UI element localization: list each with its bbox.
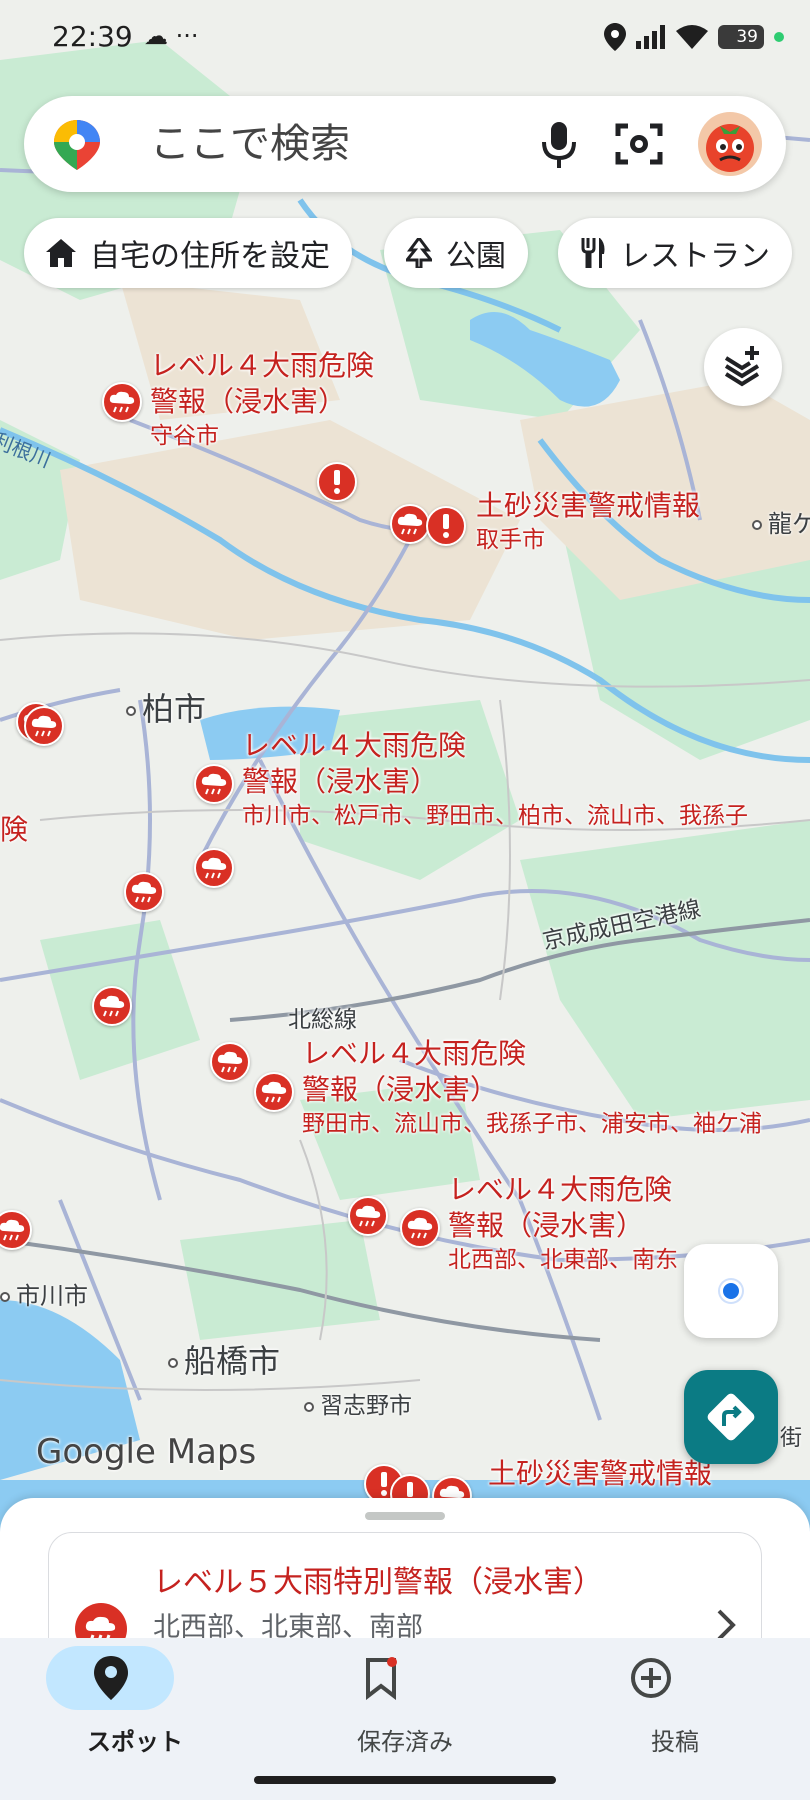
status-right-icons: 39 [604, 22, 784, 52]
battery-indicator: 39 [718, 25, 764, 49]
place-name: 船橋市 [184, 1342, 281, 1380]
rain-alert-icon[interactable] [194, 848, 234, 888]
place-name: 柏市 [142, 690, 207, 728]
rain-alert-icon[interactable] [210, 1042, 250, 1082]
pin-icon [94, 1656, 128, 1700]
bottom-sheet[interactable]: レベル５大雨特別警報（浸水害） 北西部、北東部、南部 [0, 1498, 810, 1640]
home-icon [46, 239, 76, 267]
nav-label: 投稿 [651, 1728, 699, 1756]
alert-label-toride[interactable]: 土砂災害警戒情報 取手市 [476, 488, 700, 556]
directions-button[interactable] [684, 1370, 778, 1464]
place-name: 龍ケ [768, 510, 810, 538]
place-name: 街 [780, 1426, 803, 1451]
alert-area: 守谷市 [150, 423, 219, 449]
chip-restaurants[interactable]: レストラン [558, 218, 792, 288]
wifi-icon [676, 25, 708, 49]
rain-alert-icon[interactable] [390, 504, 430, 544]
nav-label: スポット [87, 1728, 183, 1756]
camera-lens-icon[interactable] [612, 118, 666, 170]
alert-title: レベル４大雨危険 [242, 729, 467, 762]
rain-alert-icon[interactable] [254, 1072, 294, 1112]
bookmark-icon [366, 1657, 397, 1700]
tree-icon [406, 238, 432, 268]
alert-label-landslide-south[interactable]: 土砂災害警戒情報 [488, 1456, 712, 1492]
nav-item-explore[interactable]: スポット [0, 1638, 270, 1800]
rain-alert-icon[interactable] [124, 872, 164, 912]
location-dot-icon [720, 1280, 742, 1302]
add-circle-icon [631, 1658, 671, 1698]
nav-label: 保存済み [357, 1728, 453, 1756]
alert-card-subtitle: 北西部、北東部、南部 [153, 1612, 423, 1640]
chip-label: 公園 [446, 239, 506, 274]
alert-area: 取手市 [476, 527, 545, 553]
alert-area: 市川市、松戸市、野田市、柏市、流山市、我孫子 [242, 803, 748, 829]
alert-label-noda[interactable]: レベル４大雨危険 警報（浸水害） 野田市、流山市、我孫子市、浦安市、袖ケ浦 [302, 1036, 762, 1140]
place-label-edge[interactable]: 街 [780, 1420, 802, 1452]
alert-title: レベル４大雨危険 [448, 1173, 673, 1206]
rain-alert-icon[interactable] [194, 764, 234, 804]
landslide-alert-icon[interactable] [426, 506, 466, 546]
sheet-drag-handle[interactable] [365, 1512, 445, 1520]
privacy-dot-icon [774, 32, 784, 42]
directions-icon [707, 1393, 755, 1441]
alert-title: 険 [0, 813, 29, 846]
chip-set-home[interactable]: 自宅の住所を設定 [24, 218, 352, 288]
alert-title: 警報（浸水害） [448, 1209, 645, 1242]
alert-title: 警報（浸水害） [150, 385, 347, 418]
search-input[interactable]: ここで検索 [150, 118, 350, 170]
tomato-avatar-icon [706, 124, 754, 172]
rain-alert-icon[interactable] [348, 1196, 388, 1236]
search-bar[interactable]: ここで検索 [24, 96, 786, 192]
alert-title: レベル４大雨危険 [150, 349, 375, 382]
rain-alert-icon[interactable] [24, 706, 64, 746]
rain-alert-icon[interactable] [400, 1208, 440, 1248]
status-bar: 22:39 ☁ ··· 39 [0, 0, 810, 76]
signal-icon [636, 25, 665, 49]
alert-title: 警報（浸水害） [302, 1073, 499, 1106]
my-location-button[interactable] [684, 1244, 778, 1338]
status-time: 22:39 [52, 20, 133, 53]
status-notification-icons: ☁ ··· [144, 22, 199, 50]
nav-item-contribute[interactable]: 投稿 [540, 1638, 810, 1800]
landslide-alert-icon[interactable] [317, 462, 357, 502]
microphone-icon[interactable] [534, 118, 584, 170]
rain-alert-icon[interactable] [102, 382, 142, 422]
place-name: 習志野市 [320, 1393, 412, 1419]
rain-alert-icon[interactable] [92, 986, 132, 1026]
place-label-funabashi[interactable]: 船橋市 [168, 1336, 280, 1382]
location-status-icon [604, 23, 626, 51]
rain-alert-icon [75, 1603, 127, 1640]
place-label-narashino[interactable]: 習志野市 [304, 1386, 412, 1420]
alert-label-north[interactable]: レベル４大雨危険 警報（浸水害） 北西部、北東部、南东 [448, 1172, 678, 1276]
rail-label-hokuso: 北総線 [288, 1007, 357, 1033]
chip-label: 自宅の住所を設定 [90, 239, 330, 274]
layers-icon [724, 346, 760, 387]
place-name: 市川市 [16, 1282, 88, 1310]
google-maps-logo-icon [54, 120, 100, 170]
alert-area: 北西部、北東部、南东 [448, 1247, 678, 1273]
alert-label-edge[interactable]: 険 [0, 812, 28, 848]
layers-button[interactable] [704, 328, 782, 406]
alert-title: レベル４大雨危険 [302, 1037, 527, 1070]
place-label-ichikawa[interactable]: 市川市 [0, 1276, 88, 1311]
restaurant-icon [581, 238, 605, 268]
alert-title: 土砂災害警戒情報 [488, 1457, 713, 1490]
chip-parks[interactable]: 公園 [384, 218, 528, 288]
alert-label-kashiwa[interactable]: レベル４大雨危険 警報（浸水害） 市川市、松戸市、野田市、柏市、流山市、我孫子 [242, 728, 748, 832]
alert-title: 土砂災害警戒情報 [476, 489, 701, 522]
alert-card-title: レベル５大雨特別警報（浸水害） [153, 1565, 603, 1600]
place-label-kashiwa[interactable]: 柏市 [126, 684, 206, 730]
chip-label: レストラン [620, 239, 770, 274]
place-label-ryugasaki[interactable]: 龍ケ [752, 504, 810, 539]
home-indicator[interactable] [254, 1776, 556, 1784]
alert-label-moriya[interactable]: レベル４大雨危険 警報（浸水害） 守谷市 [150, 348, 374, 452]
alert-card[interactable]: レベル５大雨特別警報（浸水害） 北西部、北東部、南部 [48, 1532, 762, 1640]
chevron-right-icon[interactable] [711, 1607, 741, 1640]
google-maps-wordmark: Google Maps [36, 1432, 257, 1472]
avatar[interactable] [698, 112, 762, 176]
alert-area: 野田市、流山市、我孫子市、浦安市、袖ケ浦 [302, 1111, 762, 1137]
alert-title: 警報（浸水害） [242, 765, 439, 798]
